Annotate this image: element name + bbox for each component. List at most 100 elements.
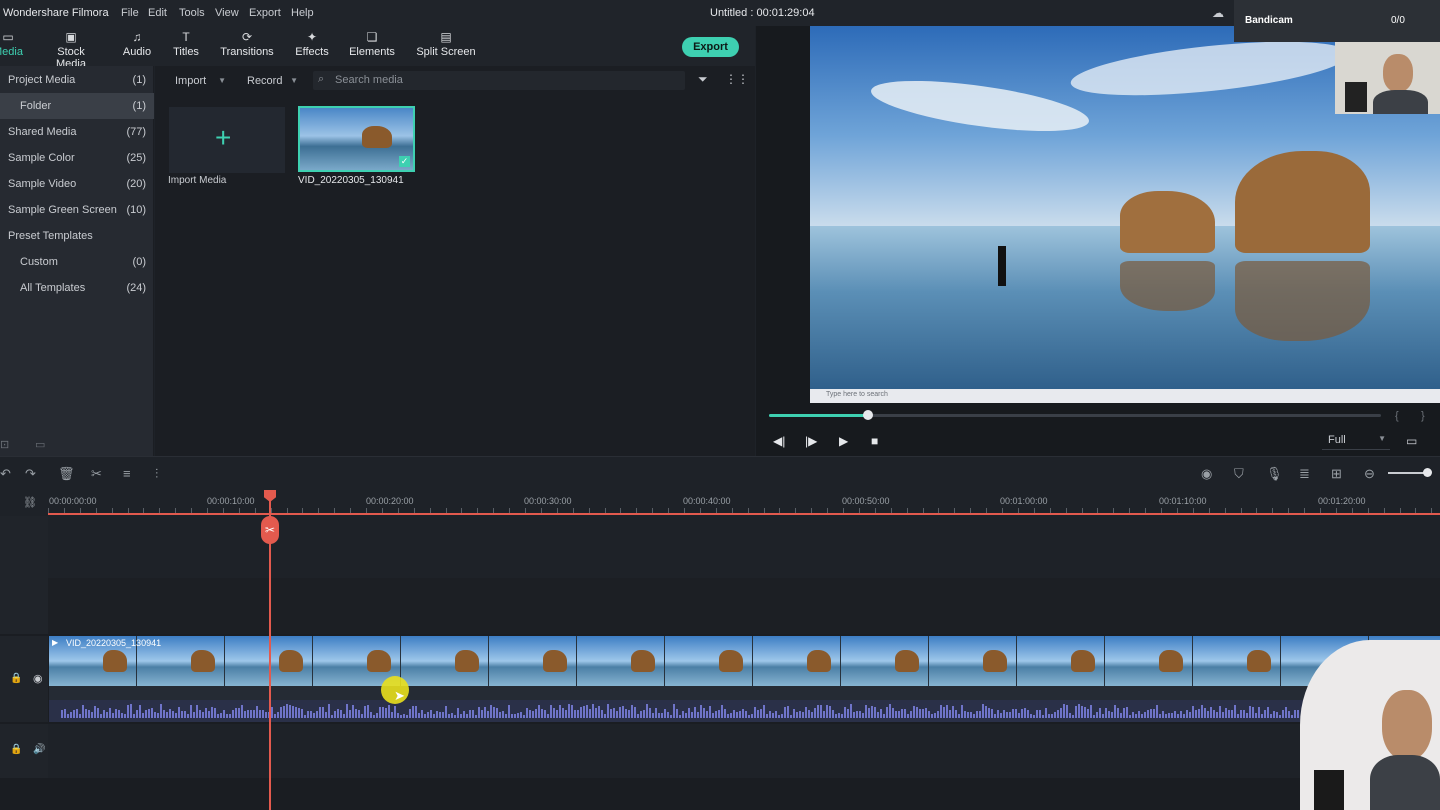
marker-icon[interactable]: ⛉ [1234, 466, 1244, 482]
empty-track[interactable] [48, 578, 1440, 634]
waveform-bar [1228, 710, 1230, 718]
waveform-bar [736, 712, 738, 718]
sidebar-item[interactable]: Preset Templates [0, 223, 154, 249]
mark-in-icon[interactable]: { [1395, 410, 1399, 422]
stop-icon[interactable]: ■ [871, 434, 878, 448]
waveform-bar [187, 714, 189, 718]
tick-label: 00:00:50:00 [842, 496, 890, 506]
preview-taskbar: Type here to search [810, 389, 1440, 403]
filter-icon[interactable]: ⏷ [698, 72, 708, 87]
ruler-tick [1002, 508, 1003, 513]
audio-wave-icon[interactable]: ⫶ [155, 466, 158, 482]
waveform-bar [1207, 711, 1209, 718]
waveform-bar [895, 711, 897, 718]
menu-view[interactable]: View [215, 7, 239, 19]
record-dropdown[interactable]: Record ▼ [240, 72, 304, 90]
tab-media[interactable]: ▭ Media [0, 30, 38, 58]
timeline-zoom-slider[interactable] [1388, 472, 1428, 474]
zoom-out-icon[interactable]: ⊖ [1364, 466, 1375, 482]
ruler-tick [779, 508, 781, 513]
waveform-bar [1018, 712, 1020, 718]
microphone-icon[interactable]: 🎙 [1266, 466, 1283, 482]
waveform-bar [820, 704, 822, 718]
waveform-bar [1288, 711, 1290, 718]
waveform-bar [274, 713, 276, 718]
menu-help[interactable]: Help [291, 7, 314, 19]
voiceover-icon[interactable]: ≣ [1299, 466, 1310, 482]
empty-track[interactable] [48, 516, 1440, 578]
video-clip[interactable] [49, 636, 1440, 686]
waveform-bar [574, 710, 576, 718]
mark-out-icon[interactable]: } [1421, 410, 1425, 422]
tab-stock-media[interactable]: ▣ Stock Media [41, 30, 101, 70]
menu-edit[interactable]: Edit [148, 7, 167, 19]
lock-icon[interactable]: 🔒 [10, 673, 22, 684]
sidebar-item[interactable]: All Templates (24) [0, 275, 154, 301]
sidebar-item[interactable]: Shared Media (77) [0, 119, 154, 145]
sidebar-item[interactable]: Sample Green Screen (10) [0, 197, 154, 223]
grid-view-icon[interactable]: ⋮⋮ [725, 72, 749, 86]
clip-frame [665, 636, 753, 686]
link-icon[interactable]: ⛓ [23, 496, 37, 509]
new-folder-icon[interactable]: ⊡ [0, 438, 9, 451]
step-back-icon[interactable]: ◀| [773, 434, 785, 448]
rock-shape [631, 650, 655, 672]
monitor-icon[interactable]: ▭ [1406, 434, 1417, 448]
tab-elements[interactable]: ❏ Elements [342, 30, 402, 58]
speaker-icon[interactable]: 🔊 [33, 744, 45, 755]
waveform-bar [160, 704, 162, 718]
clip-frame [753, 636, 841, 686]
step-forward-icon[interactable]: |▶ [805, 434, 817, 448]
waveform-bar [391, 712, 393, 718]
menu-export[interactable]: Export [249, 7, 281, 19]
export-button[interactable]: Export [682, 37, 739, 57]
search-placeholder: Search media [335, 74, 403, 86]
waveform-bar [85, 708, 87, 718]
waveform-bar [664, 709, 666, 718]
audio-track[interactable] [48, 724, 1440, 778]
scrubber-handle[interactable] [863, 410, 873, 420]
waveform-bar [265, 712, 267, 718]
delete-icon[interactable]: 🗑 [58, 466, 75, 482]
waveform-bar [175, 713, 177, 718]
waveform-bar [313, 712, 315, 718]
cloud-icon[interactable]: ☁ [1212, 6, 1224, 20]
adjust-icon[interactable]: ≡ [123, 466, 131, 481]
waveform-bar [733, 709, 735, 718]
split-scissors-icon[interactable]: ✂ [261, 516, 279, 544]
tab-transitions[interactable]: ⟳ Transitions [217, 30, 277, 58]
sidebar-item[interactable]: Project Media (1) [0, 67, 154, 93]
waveform-bar [475, 714, 477, 718]
undo-icon[interactable]: ↶ [0, 466, 11, 482]
tick-label: 00:00:10:00 [207, 496, 255, 506]
redo-icon[interactable]: ↷ [25, 466, 36, 482]
sidebar-item[interactable]: Custom (0) [0, 249, 154, 275]
menu-file[interactable]: File [121, 7, 139, 19]
audio-waveform[interactable] [49, 700, 1309, 722]
tab-titles[interactable]: T Titles [156, 30, 216, 58]
tab-effects[interactable]: ✦ Effects [282, 30, 342, 58]
waveform-bar [868, 708, 870, 718]
preview-zoom-select[interactable]: Full ▼ [1322, 434, 1390, 450]
waveform-bar [637, 714, 639, 718]
waveform-bar [259, 710, 261, 718]
rock-shape [807, 650, 831, 672]
folder-icon[interactable]: ▭ [35, 438, 45, 451]
render-icon[interactable]: ◉ [1201, 466, 1212, 482]
waveform-bar [82, 705, 84, 718]
tab-split-screen[interactable]: ▤ Split Screen [416, 30, 476, 58]
cut-icon[interactable]: ✂ [91, 466, 102, 482]
lock-icon[interactable]: 🔒 [10, 744, 22, 755]
snapshot-icon[interactable]: ⊞ [1331, 466, 1342, 482]
zoom-slider-handle[interactable] [1423, 468, 1432, 477]
ruler-tick [397, 508, 399, 513]
waveform-bar [748, 714, 750, 718]
import-dropdown[interactable]: Import ▼ [168, 72, 232, 90]
sidebar-item[interactable]: Sample Color (25) [0, 145, 154, 171]
sidebar-item[interactable]: Folder (1) [0, 93, 154, 119]
eye-icon[interactable]: ◉ [33, 672, 43, 685]
play-icon[interactable]: ▶ [839, 434, 848, 448]
sidebar-item[interactable]: Sample Video (20) [0, 171, 154, 197]
media-clip-thumbnail[interactable]: ✓ [298, 106, 415, 172]
menu-tools[interactable]: Tools [179, 7, 205, 19]
